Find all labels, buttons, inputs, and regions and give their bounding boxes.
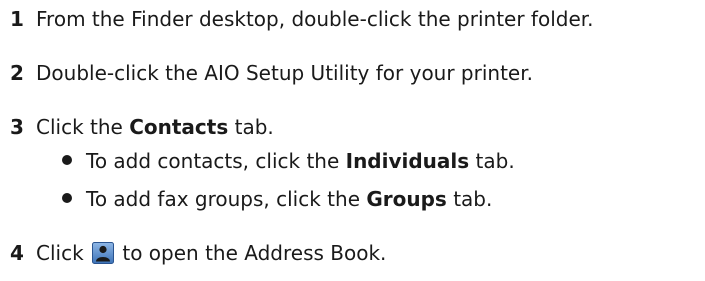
step-text-prefix: Click the bbox=[36, 115, 130, 139]
step-1: 1 From the Finder desktop, double-click t… bbox=[10, 6, 594, 32]
bullet-item-individuals: To add contacts, click the Individuals t… bbox=[62, 148, 515, 174]
address-book-icon bbox=[92, 242, 115, 264]
step-number: 1 bbox=[10, 7, 24, 31]
step-number: 3 bbox=[10, 115, 24, 139]
bullet-text-suffix: tab. bbox=[469, 149, 515, 173]
step-4: 4 Click to open the Address Book. bbox=[10, 240, 386, 266]
step-text: Double-click the AIO Setup Utility for y… bbox=[36, 61, 533, 85]
step-3: 3 Click the Contacts tab. bbox=[10, 114, 274, 140]
step-text-prefix: Click bbox=[36, 241, 91, 265]
bullet-text-suffix: tab. bbox=[446, 187, 493, 211]
bullet-text-prefix: To add fax groups, click the bbox=[86, 187, 367, 211]
step-2: 2 Double-click the AIO Setup Utility for … bbox=[10, 60, 533, 86]
instructions-document: 1 From the Finder desktop, double-click t… bbox=[0, 0, 705, 281]
individuals-tab-label: Individuals bbox=[345, 149, 470, 173]
bullet-item-groups: To add fax groups, click the Groups tab. bbox=[62, 186, 492, 212]
bullet-icon bbox=[62, 155, 72, 165]
bullet-icon bbox=[62, 193, 72, 203]
step-text: From the Finder desktop, double-click th… bbox=[36, 7, 594, 31]
step-text-suffix: tab. bbox=[228, 115, 274, 139]
step-number: 2 bbox=[10, 61, 24, 85]
bullet-text-prefix: To add contacts, click the bbox=[86, 149, 346, 173]
step-number: 4 bbox=[10, 241, 24, 265]
contacts-tab-label: Contacts bbox=[129, 115, 229, 139]
step-text-suffix: to open the Address Book. bbox=[116, 241, 387, 265]
groups-tab-label: Groups bbox=[366, 187, 447, 211]
